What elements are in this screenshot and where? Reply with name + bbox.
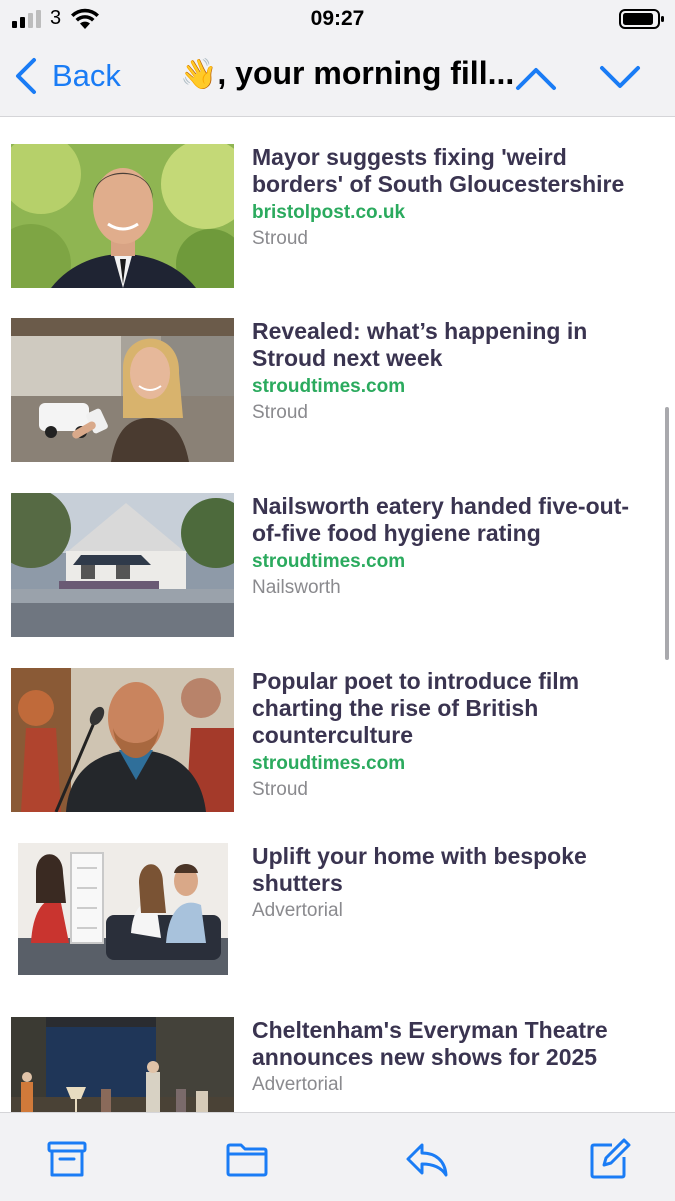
article-location: Advertorial bbox=[252, 1074, 343, 1095]
chevron-left-icon bbox=[16, 58, 36, 94]
article-headline: Cheltenham's Everyman Theatre announces … bbox=[252, 1017, 608, 1070]
folder-icon[interactable] bbox=[225, 1137, 269, 1181]
waving-hand-emoji: 👋 bbox=[180, 58, 218, 91]
navigation-bar: Back 👋, your morning fill... bbox=[0, 38, 675, 117]
article-headline: Mayor suggests fixing 'weird borders' of… bbox=[252, 144, 625, 197]
clock: 09:27 bbox=[310, 7, 365, 30]
scroll-indicator[interactable] bbox=[665, 407, 669, 660]
reply-icon[interactable] bbox=[405, 1137, 449, 1181]
archive-icon[interactable] bbox=[45, 1137, 89, 1181]
article-headline: Uplift your home with bespoke shutters bbox=[252, 843, 587, 896]
article-headline: Nailsworth eatery handed five-out-of-fiv… bbox=[252, 493, 630, 546]
email-content[interactable]: Mayor suggests fixing 'weird borders' of… bbox=[0, 117, 675, 1112]
article-source: stroudtimes.com bbox=[252, 551, 406, 572]
battery-icon bbox=[619, 9, 664, 29]
back-label: Back bbox=[52, 58, 121, 93]
article-item[interactable]: Popular poet to introduce film charting … bbox=[0, 668, 675, 828]
back-button[interactable]: Back bbox=[14, 54, 121, 98]
next-message-button[interactable] bbox=[598, 60, 642, 96]
article-headline: Revealed: what’s happening in Stroud nex… bbox=[252, 318, 588, 371]
title-text: , your morning fill... bbox=[217, 55, 515, 91]
article-source: stroudtimes.com bbox=[252, 753, 406, 774]
article-location: Nailsworth bbox=[252, 577, 341, 598]
article-source: stroudtimes.com bbox=[252, 376, 406, 397]
article-thumbnail[interactable] bbox=[11, 1017, 234, 1112]
article-location: Stroud bbox=[252, 779, 308, 800]
article-item[interactable]: Revealed: what’s happening in Stroud nex… bbox=[0, 318, 675, 478]
article-location: Advertorial bbox=[252, 900, 343, 921]
article-item[interactable]: Uplift your home with bespoke shutters A… bbox=[0, 843, 675, 1003]
message-subject-title: 👋, your morning fill... bbox=[180, 55, 514, 92]
article-item[interactable]: Mayor suggests fixing 'weird borders' of… bbox=[0, 144, 675, 304]
previous-message-button[interactable] bbox=[514, 60, 558, 96]
article-location: Stroud bbox=[252, 402, 308, 423]
status-bar: 3 09:27 bbox=[0, 0, 675, 38]
article-headline: Popular poet to introduce film charting … bbox=[252, 668, 580, 748]
article-thumbnail[interactable] bbox=[11, 493, 234, 637]
article-location: Stroud bbox=[252, 228, 308, 249]
article-item[interactable]: Nailsworth eatery handed five-out-of-fiv… bbox=[0, 493, 675, 653]
article-thumbnail[interactable] bbox=[11, 843, 234, 987]
article-source: bristolpost.co.uk bbox=[252, 202, 406, 223]
article-thumbnail[interactable] bbox=[11, 144, 234, 288]
bottom-toolbar bbox=[0, 1112, 675, 1201]
compose-icon[interactable] bbox=[588, 1137, 632, 1181]
article-thumbnail[interactable] bbox=[11, 668, 234, 812]
article-item[interactable]: Cheltenham's Everyman Theatre announces … bbox=[0, 1017, 675, 1112]
article-thumbnail[interactable] bbox=[11, 318, 234, 462]
